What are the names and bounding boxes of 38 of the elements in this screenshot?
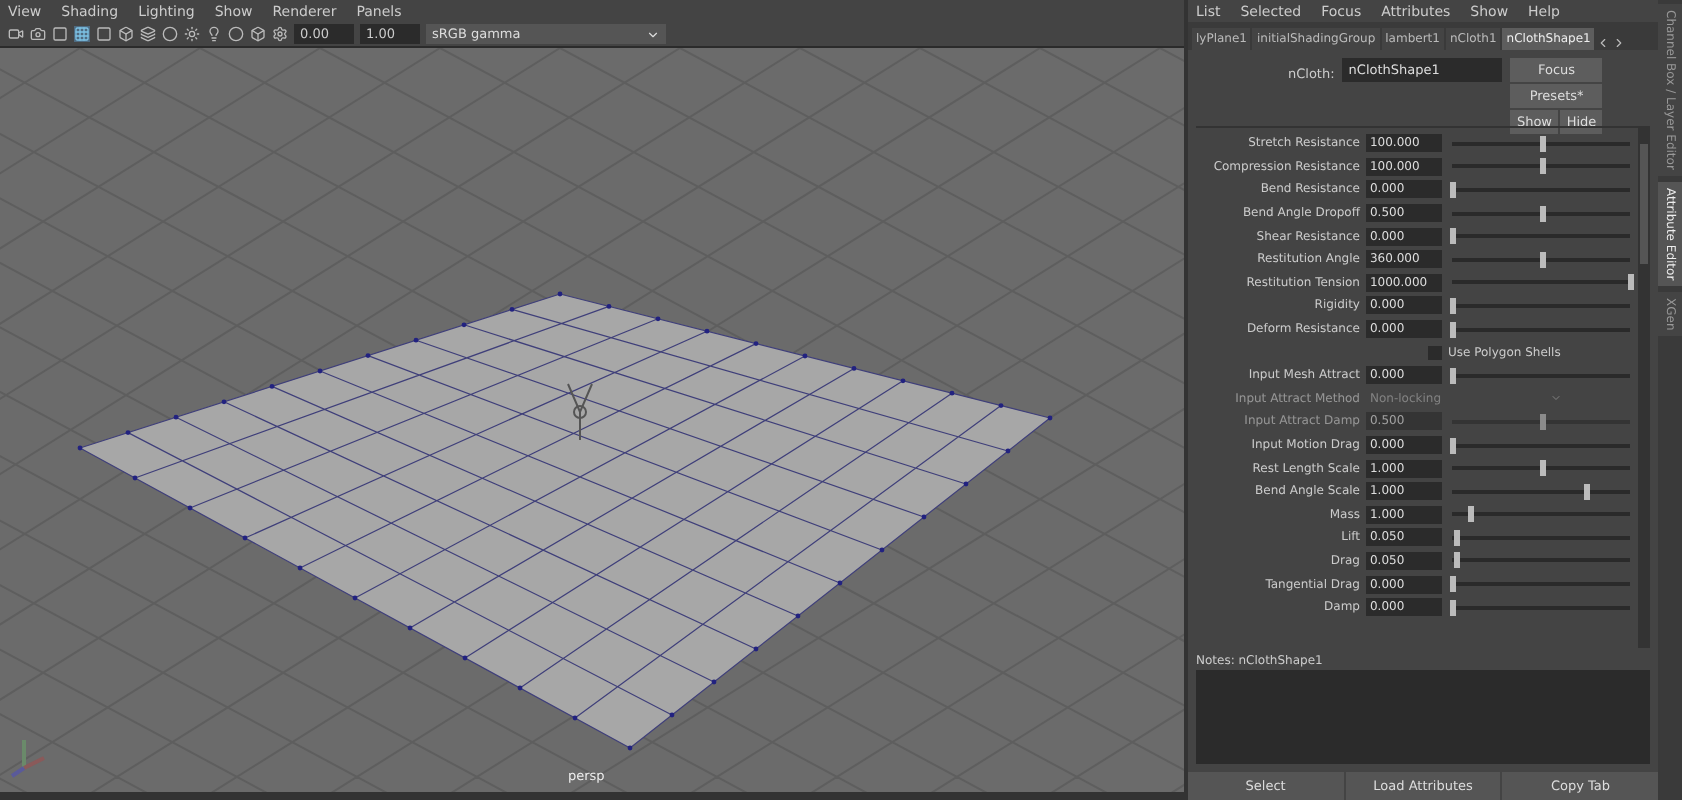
slider-thumb[interactable] xyxy=(1449,297,1456,314)
slider-thumb[interactable] xyxy=(1628,274,1635,291)
toolbar-icon[interactable] xyxy=(184,26,200,42)
toolbar-icon[interactable] xyxy=(250,26,266,42)
slider-thumb[interactable] xyxy=(1539,251,1546,268)
slider-thumb[interactable] xyxy=(1539,205,1546,222)
slider-thumb[interactable] xyxy=(1449,321,1456,338)
toolbar-icon[interactable] xyxy=(96,26,112,42)
slider-thumb[interactable] xyxy=(1449,181,1456,198)
toolbar-icon[interactable] xyxy=(30,26,46,42)
toolbar-icon[interactable] xyxy=(52,26,68,42)
slider-thumb[interactable] xyxy=(1539,460,1546,477)
toolbar-icon[interactable] xyxy=(118,26,134,42)
scroll-left-icon[interactable] xyxy=(1596,36,1611,50)
slider-thumb[interactable] xyxy=(1583,483,1590,500)
slider-thumb[interactable] xyxy=(1539,158,1546,175)
checkbox[interactable] xyxy=(1427,345,1442,360)
scroll-right-icon[interactable] xyxy=(1612,36,1627,50)
toolbar-icon[interactable] xyxy=(206,26,222,42)
slider-thumb[interactable] xyxy=(1453,552,1460,569)
slider-thumb[interactable] xyxy=(1449,599,1456,616)
slider-thumb[interactable] xyxy=(1449,228,1456,245)
cloth-plane-mesh[interactable] xyxy=(77,291,1053,751)
slider-thumb[interactable] xyxy=(1449,437,1456,454)
slider-thumb[interactable] xyxy=(1453,529,1460,546)
pivot-gizmo-icon[interactable] xyxy=(567,383,593,441)
toolbar-icon[interactable] xyxy=(228,26,244,42)
axis-indicator-icon xyxy=(10,740,45,778)
toolbar-icon[interactable] xyxy=(140,26,156,42)
slider-thumb[interactable] xyxy=(1449,576,1456,593)
notes-field[interactable] xyxy=(1195,670,1651,764)
toolbar-icon[interactable] xyxy=(272,26,288,42)
toolbar-icon[interactable] xyxy=(162,26,178,42)
slider-thumb[interactable] xyxy=(1539,135,1546,152)
slider-thumb[interactable] xyxy=(1449,367,1456,384)
slider-thumb[interactable] xyxy=(1467,506,1474,523)
toolbar-icon[interactable] xyxy=(8,26,24,42)
toolbar-icon[interactable] xyxy=(74,26,90,42)
